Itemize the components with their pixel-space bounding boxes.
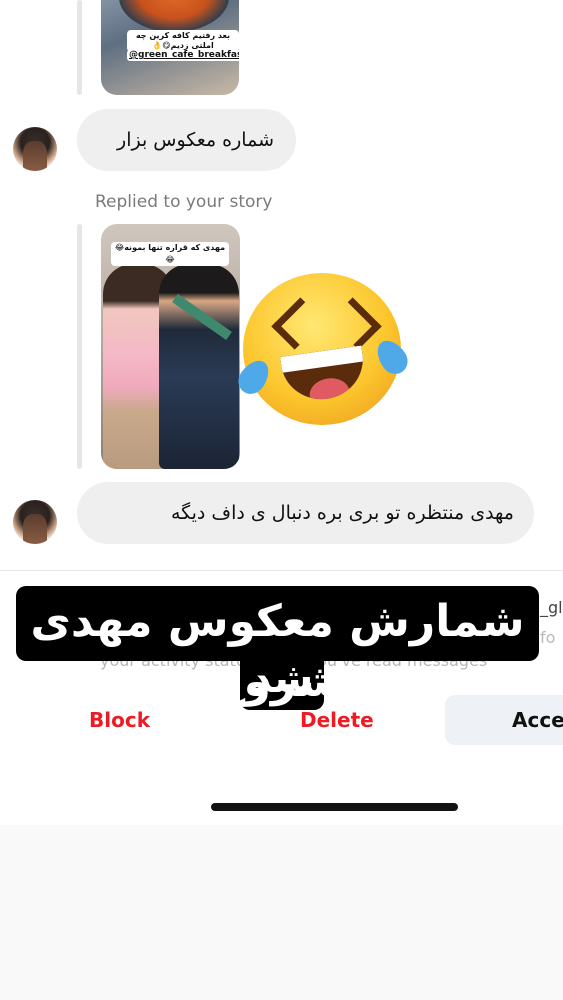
teeth: [280, 345, 364, 373]
squint-eye-left: [271, 297, 324, 350]
request-info-fragment: _gl: [540, 598, 563, 617]
avatar[interactable]: [13, 500, 57, 544]
bottom-blank-area: [0, 825, 563, 1000]
message-text: مهدی منتظره تو بری بره دنبال ی داف دیگه: [170, 502, 514, 524]
replied-to-story-label: Replied to your story: [95, 192, 273, 212]
laughing-mouth: [280, 345, 368, 405]
story-mention-handle[interactable]: @green_cafe_breakfast: [127, 50, 239, 61]
story-thumbnail-couple[interactable]: مهدی که قراره تنها بمونه😂😂: [101, 224, 240, 469]
story-caption: مهدی که قراره تنها بمونه😂😂: [111, 242, 229, 266]
avatar[interactable]: [13, 127, 57, 171]
overlay-caption-line2: شد: [250, 656, 314, 702]
message-text: شماره معکوس بزار: [117, 129, 274, 151]
laughing-tears-emoji-icon: [233, 273, 413, 425]
tongue: [307, 375, 352, 405]
food-plate-image: [119, 0, 229, 32]
squint-eye-right: [329, 297, 382, 350]
reply-thread-line: [77, 224, 82, 469]
story-thumbnail-food[interactable]: بعد رفتیم کافه کرین چه املتی زدیم😋👌 @gre…: [101, 0, 239, 95]
home-indicator[interactable]: [211, 803, 458, 811]
man-figure: [159, 264, 239, 469]
message-bubble[interactable]: مهدی منتظره تو بری بره دنبال ی داف دیگه: [77, 482, 534, 544]
reply-thread-line: [77, 0, 82, 95]
tear-drop-right: [371, 334, 413, 380]
request-info-fragment: fo: [540, 628, 556, 647]
story-caption: بعد رفتیم کافه کرین چه املتی زدیم😋👌: [127, 30, 239, 52]
message-bubble[interactable]: شماره معکوس بزار: [77, 109, 296, 171]
